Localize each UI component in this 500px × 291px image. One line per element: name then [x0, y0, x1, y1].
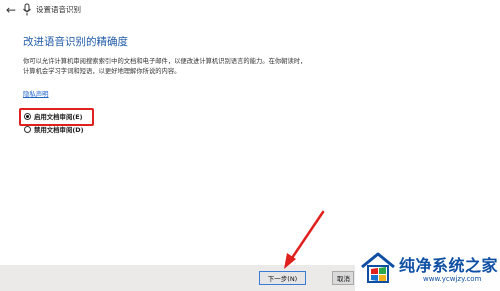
house-logo-icon — [361, 252, 395, 283]
enable-document-review-option[interactable]: 启用文档审阅(E) — [24, 110, 83, 122]
page-heading: 改进语音识别的精确度 — [23, 36, 128, 48]
watermark: 纯净系统之家 www.ycwjzy.com — [355, 244, 500, 291]
radio-enable-document-review[interactable] — [24, 112, 31, 120]
description-line-1: 你可以允许计算机审阅搜索索引中的文档和电子邮件，以便改进计算机识别语言的能力。在… — [23, 58, 307, 65]
privacy-statement-link[interactable]: 隐私声明 — [23, 89, 49, 98]
watermark-brand: 纯净系统之家 — [399, 256, 499, 275]
enable-document-review-label: 启用文档审阅(E) — [34, 112, 83, 121]
disable-document-review-label: 禁用文档审阅(D) — [34, 125, 84, 134]
window-title: 设置语音识别 — [36, 5, 81, 14]
description-line-2: 计算机会学习字词和短语，以更好地理解你所说的内容。 — [23, 68, 181, 75]
radio-disable-document-review[interactable] — [24, 125, 31, 133]
microphone-icon — [23, 3, 31, 16]
back-arrow-icon[interactable]: ← — [4, 2, 18, 18]
cancel-button[interactable]: 取消 — [332, 271, 354, 285]
title-bar: ← 设置语音识别 — [0, 0, 500, 22]
disable-document-review-option[interactable]: 禁用文档审阅(D) — [24, 123, 84, 135]
next-button[interactable]: 下一步(N) — [259, 271, 306, 285]
watermark-url: www.ycwjzy.com — [423, 275, 482, 283]
description-text: 你可以允许计算机审阅搜索索引中的文档和电子邮件，以便改进计算机识别语言的能力。在… — [23, 57, 363, 77]
